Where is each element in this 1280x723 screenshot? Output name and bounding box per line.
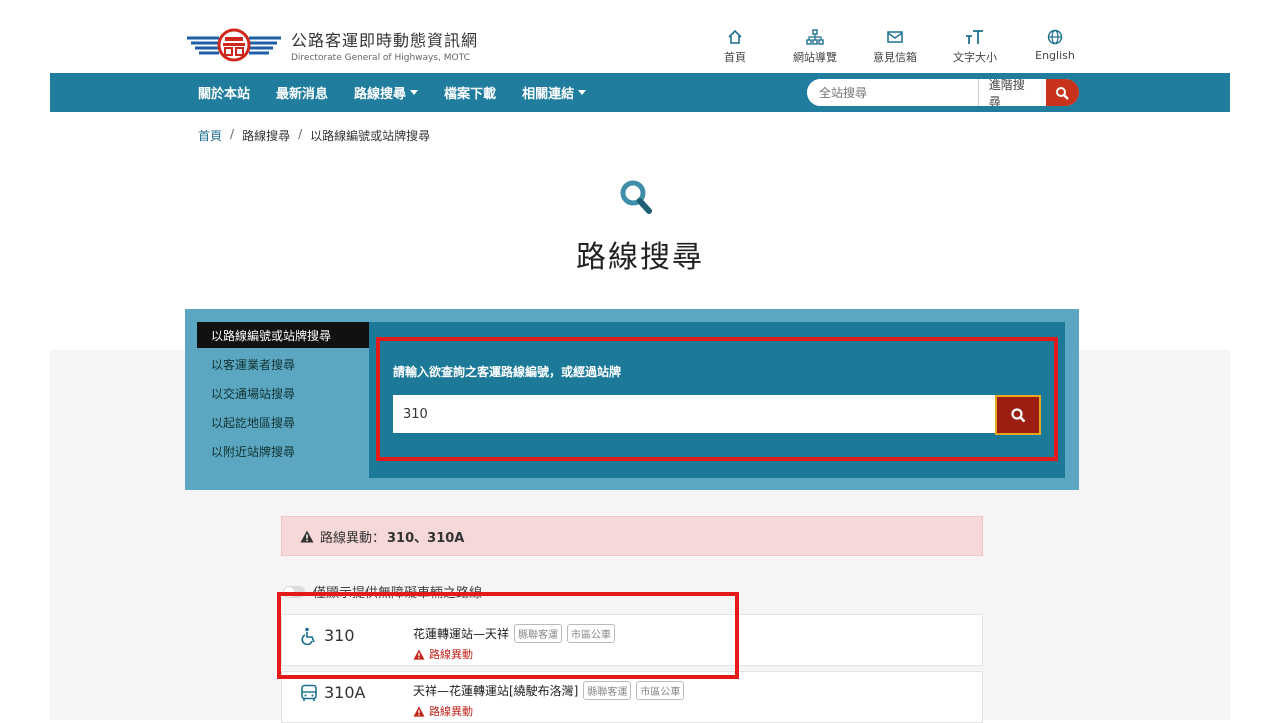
page-title: 路線搜尋 [576,240,704,275]
route-search-input[interactable] [393,395,995,433]
sitemap-icon [775,28,855,46]
warning-icon [300,530,314,542]
route-search-button[interactable] [995,395,1041,435]
site-search-input[interactable] [807,79,978,106]
nav-item-label: 路線搜尋 [354,87,407,102]
site-logo[interactable]: 公路客運即時動態資訊網 Directorate General of Highw… [185,27,478,63]
top-link-feedback[interactable]: 意見信箱 [855,28,935,65]
nav-item-label: 檔案下載 [444,87,497,102]
top-link-label: 首頁 [724,51,746,64]
top-link-label: 文字大小 [953,51,997,64]
logo-emblem-icon [185,28,283,62]
warning-icon [413,705,425,717]
breadcrumb-home[interactable]: 首頁 [198,127,222,144]
top-link-text-size[interactable]: 文字大小 [935,28,1015,65]
top-links: 首頁 網站導覽 意見信箱 文字大小 English [695,28,1095,65]
route-change-alert: 路線異動： 310、310A [281,516,983,556]
chevron-down-icon [578,90,587,95]
route-name: 天祥—花蓮轉運站[繞駛布洛灣] [413,684,579,698]
search-icon [1011,408,1026,423]
nav-item-links[interactable]: 相關連結 [522,83,587,102]
route-name-line: 天祥—花蓮轉運站[繞駛布洛灣] 縣聯客運 市區公車 [413,681,685,700]
page: 公路客運即時動態資訊網 Directorate General of Highw… [50,0,1230,723]
breadcrumb-separator: / [230,127,235,141]
tab-station[interactable]: 以交通場站搜尋 [197,380,369,406]
search-panel: 以路線編號或站牌搜尋 以客運業者搜尋 以交通場站搜尋 以起訖地區搜尋 以附近站牌… [185,309,1079,490]
site-search-button[interactable] [1045,79,1079,106]
nav-item-label: 最新消息 [276,87,329,102]
advanced-search-link[interactable]: 進階搜尋 [977,79,1046,106]
chevron-down-icon [410,90,419,95]
home-icon [695,28,775,46]
breadcrumb: 首頁 / 路線搜尋 / 以路線編號或站牌搜尋 [198,127,430,144]
nav-item-label: 相關連結 [522,87,575,102]
service-type-tag: 市區公車 [636,681,685,700]
highlight-box [277,592,739,679]
top-link-label: English [1035,49,1075,62]
globe-icon [1015,28,1095,46]
top-link-english[interactable]: English [1015,28,1095,65]
route-number: 310A [324,683,366,702]
search-tabs: 以路線編號或站牌搜尋 以客運業者搜尋 以交通場站搜尋 以起訖地區搜尋 以附近站牌… [197,322,369,467]
nav-item-about[interactable]: 關於本站 [198,83,250,102]
nav-item-news[interactable]: 最新消息 [276,83,328,102]
mail-icon [855,28,935,46]
top-link-label: 意見信箱 [873,51,917,64]
alert-routes: 310、310A [387,530,465,546]
nav-item-route-search[interactable]: 路線搜尋 [354,83,419,102]
site-subtitle: Directorate General of Highways, MOTC [291,53,470,63]
nav-item-downloads[interactable]: 檔案下載 [444,83,496,102]
breadcrumb-current: 以路線編號或站牌搜尋 [310,129,431,143]
search-icon [618,178,654,220]
site-title: 公路客運即時動態資訊網 [291,31,479,50]
search-icon [1056,86,1070,100]
search-label: 請輸入欲查詢之客運路線編號，或經過站牌 [393,365,622,379]
route-status: 路線異動 [413,703,473,719]
operator-tag: 縣聯客運 [583,681,632,700]
text-size-icon [935,28,1015,46]
main-nav: 關於本站 最新消息 路線搜尋 檔案下載 相關連結 進階搜尋 [50,73,1230,112]
bus-icon [300,684,318,706]
breadcrumb-separator: / [298,127,303,141]
tab-operator[interactable]: 以客運業者搜尋 [197,351,369,377]
top-link-home[interactable]: 首頁 [695,28,775,65]
site-search-box: 進階搜尋 [807,79,1079,106]
route-status-label: 路線異動 [429,705,473,718]
top-link-sitemap[interactable]: 網站導覽 [775,28,855,65]
tab-route-or-stop[interactable]: 以路線編號或站牌搜尋 [197,322,369,348]
nav-item-label: 關於本站 [198,87,251,102]
search-form: 請輸入欲查詢之客運路線編號，或經過站牌 [369,322,1065,478]
breadcrumb-route-search[interactable]: 路線搜尋 [242,127,290,144]
top-link-label: 網站導覽 [793,51,837,64]
tab-region[interactable]: 以起訖地區搜尋 [197,409,369,435]
alert-label: 路線異動： [320,530,386,546]
tab-nearby[interactable]: 以附近站牌搜尋 [197,438,369,464]
